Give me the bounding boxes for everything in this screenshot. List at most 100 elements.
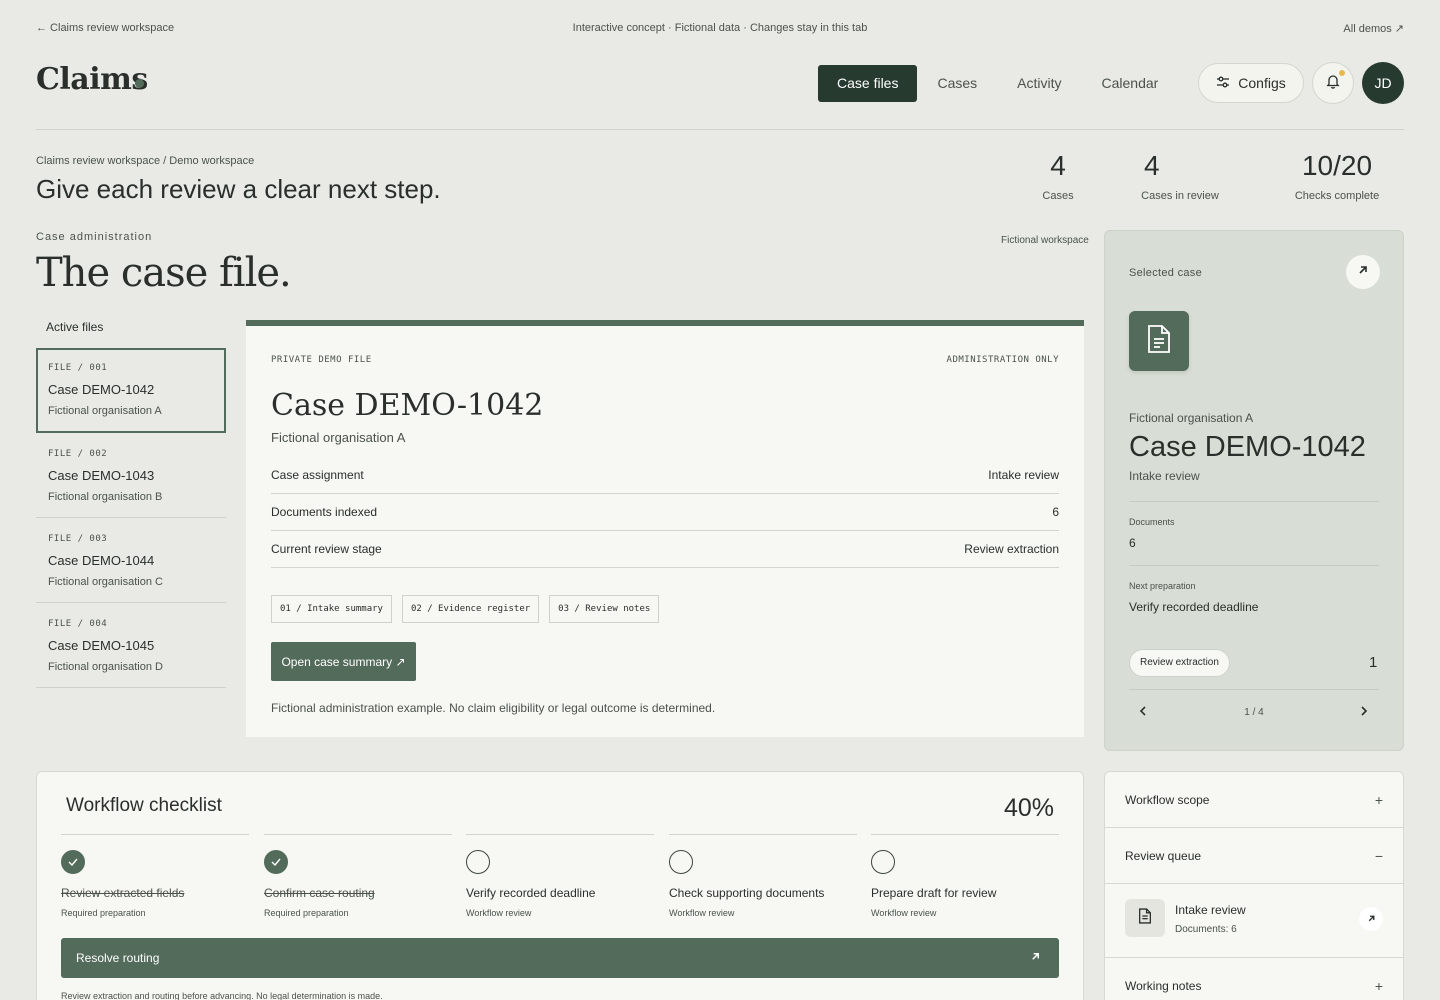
queue-item-title: Intake review	[1175, 903, 1246, 917]
document-icon	[1138, 907, 1152, 929]
file-item-1042[interactable]: FILE / 001 Case DEMO-1042 Fictional orga…	[36, 348, 226, 433]
resolve-routing-button[interactable]: Resolve routing	[61, 938, 1059, 978]
selected-case-panel: Selected case Fictional organisation A C…	[1104, 230, 1404, 751]
file-code: FILE / 004	[48, 619, 108, 629]
stat-label: Cases	[1042, 190, 1074, 202]
step-label: Review extracted fields	[61, 886, 185, 900]
step-prepare-draft[interactable]: Prepare draft for review Workflow review	[871, 834, 1059, 918]
queue-item-intake-review[interactable]: Intake review Documents: 6	[1105, 884, 1403, 958]
document-icon	[1146, 324, 1172, 359]
bell-icon	[1325, 73, 1341, 94]
file-name: Case DEMO-1042	[48, 382, 155, 397]
divider	[1129, 501, 1379, 502]
selected-case-label: Selected case	[1129, 267, 1202, 279]
checklist-title: Workflow checklist	[66, 795, 222, 816]
nav-cases[interactable]: Cases	[917, 65, 997, 102]
step-confirm-case-routing[interactable]: Confirm case routing Required preparatio…	[264, 834, 452, 918]
chip-review-notes[interactable]: 03 / Review notes	[549, 595, 660, 623]
check-circle-empty[interactable]	[871, 850, 895, 874]
section-title: The case file.	[36, 250, 292, 296]
file-org: Fictional organisation C	[48, 576, 163, 588]
step-verify-recorded-deadline[interactable]: Verify recorded deadline Workflow review	[466, 834, 654, 918]
chip-intake-summary[interactable]: 01 / Intake summary	[271, 595, 392, 623]
stat-label: Checks complete	[1294, 190, 1380, 202]
header-divider	[36, 129, 1404, 130]
resolve-label: Resolve routing	[76, 951, 160, 965]
row-key: Documents indexed	[271, 505, 378, 519]
step-sub: Workflow review	[669, 908, 735, 918]
stat-value: 10/20	[1301, 150, 1373, 181]
all-demos-link[interactable]: All demos ↗	[1343, 22, 1404, 35]
detail-row-assignment: Case assignment Intake review	[271, 457, 1059, 494]
file-org: Fictional organisation D	[48, 661, 163, 673]
step-sub: Workflow review	[466, 908, 532, 918]
user-avatar[interactable]: JD	[1362, 62, 1404, 104]
arrow-up-right-icon	[1357, 263, 1369, 281]
accordion-label: Review queue	[1125, 848, 1202, 863]
file-org: Fictional organisation A	[48, 405, 162, 417]
chip-evidence-register[interactable]: 02 / Evidence register	[401, 595, 540, 623]
page-title: Give each review a clear next step.	[36, 174, 441, 204]
row-key: Case assignment	[271, 468, 364, 482]
pill-count: 1	[1369, 654, 1378, 671]
minus-icon: −	[1374, 847, 1383, 864]
step-sub: Required preparation	[61, 908, 146, 918]
file-item-1043[interactable]: FILE / 002 Case DEMO-1043 Fictional orga…	[36, 433, 226, 518]
private-tag: PRIVATE DEMO FILE	[271, 355, 372, 365]
step-label: Confirm case routing	[264, 886, 375, 900]
step-sub: Workflow review	[871, 908, 937, 918]
review-extraction-pill[interactable]: Review extraction	[1129, 649, 1230, 677]
configs-label: Configs	[1238, 75, 1286, 91]
stat-label: Cases in review	[1141, 190, 1219, 202]
open-case-summary-button[interactable]: Open case summary ↗	[271, 642, 416, 681]
file-code: FILE / 002	[48, 449, 108, 459]
demo-notice: Interactive concept · Fictional data · C…	[572, 22, 868, 34]
configs-button[interactable]: Configs	[1198, 63, 1304, 103]
side-accordion: Workflow scope + Review queue − Intake r…	[1104, 771, 1404, 1000]
file-org: Fictional organisation B	[48, 491, 163, 503]
step-review-extracted-fields[interactable]: Review extracted fields Required prepara…	[61, 834, 249, 918]
document-chips: 01 / Intake summary 02 / Evidence regist…	[271, 595, 660, 623]
check-circle-done[interactable]	[61, 850, 85, 874]
check-circle-empty[interactable]	[669, 850, 693, 874]
nav-calendar[interactable]: Calendar	[1082, 65, 1179, 102]
divider	[1129, 565, 1379, 566]
stat-cases-in-review: 4 Cases in review	[1130, 150, 1230, 202]
active-files-label: Active files	[46, 320, 104, 334]
file-item-1045[interactable]: FILE / 004 Case DEMO-1045 Fictional orga…	[36, 603, 226, 688]
documents-label: Documents	[1129, 517, 1175, 527]
checkmark-icon	[271, 853, 281, 871]
logo-dot	[135, 79, 144, 88]
divider	[1129, 689, 1379, 690]
check-circle-done[interactable]	[264, 850, 288, 874]
selected-title: Case DEMO-1042	[1129, 431, 1366, 463]
next-case-button[interactable]	[1356, 705, 1372, 721]
checklist-note: Review extraction and routing before adv…	[61, 991, 383, 1000]
check-circle-empty[interactable]	[466, 850, 490, 874]
step-check-supporting-documents[interactable]: Check supporting documents Workflow revi…	[669, 834, 857, 918]
file-name: Case DEMO-1045	[48, 638, 155, 653]
chevron-right-icon	[1359, 704, 1369, 722]
nav-activity[interactable]: Activity	[997, 65, 1081, 102]
checklist-percent: 40%	[1003, 794, 1054, 822]
open-queue-item-button[interactable]	[1359, 907, 1383, 931]
app-logo[interactable]: Claims	[36, 62, 148, 97]
case-document-badge	[1129, 311, 1189, 371]
section-eyebrow: Case administration	[36, 231, 153, 243]
checkmark-icon	[68, 853, 78, 871]
workflow-checklist: Workflow checklist 40% Review extracted …	[36, 771, 1084, 1000]
file-item-1044[interactable]: FILE / 003 Case DEMO-1044 Fictional orga…	[36, 518, 226, 603]
row-value: 6	[1052, 505, 1059, 519]
accordion-review-queue[interactable]: Review queue −	[1105, 828, 1403, 884]
step-sub: Required preparation	[264, 908, 349, 918]
notifications-button[interactable]	[1312, 62, 1354, 104]
open-selected-case-button[interactable]	[1346, 255, 1380, 289]
nav-case-files[interactable]: Case files	[818, 65, 918, 102]
plus-icon: +	[1374, 977, 1383, 994]
file-code: FILE / 003	[48, 534, 108, 544]
accordion-label: Workflow scope	[1125, 792, 1210, 807]
accordion-working-notes[interactable]: Working notes +	[1105, 958, 1403, 1000]
arrow-up-right-icon	[1367, 910, 1376, 928]
accordion-workflow-scope[interactable]: Workflow scope +	[1105, 772, 1403, 828]
file-name: Case DEMO-1043	[48, 468, 155, 483]
